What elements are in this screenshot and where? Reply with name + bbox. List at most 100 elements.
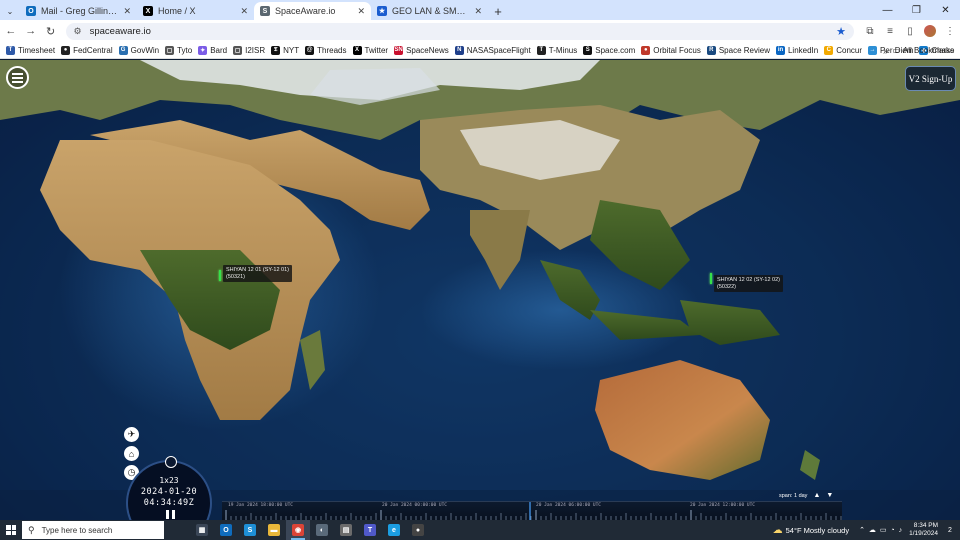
taskbar-app-button[interactable]: ▬ (262, 520, 286, 540)
satellite-icon[interactable]: ✈ (124, 427, 139, 442)
address-bar[interactable]: ⚙ spaceaware.io ★ (65, 22, 854, 40)
taskbar-app-button[interactable]: ◐ (310, 520, 334, 540)
taskbar-app-button[interactable]: T (358, 520, 382, 540)
taskbar-app-button[interactable]: O (214, 520, 238, 540)
v2-signup-button[interactable]: V2 Sign-Up (905, 66, 956, 91)
skype-app-icon: S (244, 524, 256, 536)
app-icon-disc: ◐ (316, 524, 328, 536)
hamburger-menu-button[interactable] (6, 66, 29, 89)
notification-count: 2 (948, 526, 952, 534)
bookmark-favicon-icon: 𝕿 (271, 45, 281, 55)
browser-tab[interactable]: O Mail - Greg Gillinger (Integrity✕ (20, 2, 137, 20)
bookmark-item[interactable]: C Concur (824, 45, 862, 55)
span-down-icon[interactable]: ▼ (826, 492, 833, 499)
pause-icon[interactable] (166, 510, 175, 519)
reload-icon[interactable]: ↻ (42, 22, 60, 40)
bookmark-star-icon[interactable]: ★ (836, 25, 846, 38)
close-window-icon[interactable]: ✕ (931, 0, 960, 20)
bookmark-item[interactable]: G GovWin (118, 45, 159, 55)
notification-icon[interactable]: 2 (944, 524, 956, 536)
sim-speed[interactable]: 1x23 (128, 476, 210, 485)
bookmark-favicon-icon: in (775, 45, 785, 55)
menu-kebab-icon[interactable]: ⋮ (940, 22, 960, 40)
all-bookmarks-button[interactable]: ▭ All Bookmarks (892, 42, 954, 59)
maximize-icon[interactable]: ❐ (902, 0, 931, 20)
satellite-marker-50321[interactable] (219, 270, 221, 281)
earth-imagery (0, 60, 960, 520)
folder-icon: ▭ (892, 46, 900, 55)
bookmarks-overflow-icon[interactable]: » (883, 42, 888, 59)
media-icon[interactable]: ≡ (880, 22, 900, 40)
bookmark-label: Twitter (364, 45, 389, 55)
taskbar-search-box[interactable]: ⚲ Type here to search (22, 521, 164, 539)
browser-tab[interactable]: X Home / X ✕ (137, 2, 254, 20)
bookmark-label: NASASpaceFlight (466, 45, 531, 55)
browser-tab[interactable]: S SpaceAware.io ✕ (254, 2, 371, 20)
misc-app-icon: ● (412, 524, 424, 536)
bookmark-favicon-icon: → (868, 45, 878, 55)
bookmark-item[interactable]: ● Orbital Focus (641, 45, 701, 55)
satellite-label-50322[interactable]: SHIYAN 12 02 (SY-12 02) (50322) (714, 275, 783, 292)
home-icon[interactable]: ⌂ (124, 446, 139, 461)
start-button[interactable] (0, 520, 22, 540)
extensions-icon[interactable]: ⧉ (860, 22, 880, 40)
windows-logo-icon (6, 525, 16, 535)
bookmark-item[interactable]: in LinkedIn (775, 45, 818, 55)
bookmark-item[interactable]: ▢ Tyto (165, 45, 192, 55)
satellite-marker-50322[interactable] (710, 273, 712, 284)
minimize-icon[interactable]: — (873, 0, 902, 20)
forward-icon[interactable]: → (22, 22, 40, 40)
bookmark-item[interactable]: S Space.com (583, 45, 636, 55)
bookmark-item[interactable]: X Twitter (352, 45, 389, 55)
bookmark-item[interactable]: ▢ I2ISR (233, 45, 265, 55)
taskbar-app-button[interactable]: S (238, 520, 262, 540)
taskbar-app-button[interactable]: e (382, 520, 406, 540)
bookmark-favicon-icon: R (706, 45, 716, 55)
bookmark-item[interactable]: T T-Minus (536, 45, 578, 55)
sim-date: 2024-01-20 (140, 487, 198, 497)
bookmark-item[interactable]: ● FedCentral (61, 45, 113, 55)
tab-list: OMail - Greg Gillinger (Integrity✕XHome … (20, 2, 488, 20)
taskbar-app-button[interactable]: ◉ (286, 520, 310, 540)
bookmark-favicon-icon: T (536, 45, 546, 55)
bookmark-label: Space.com (595, 45, 636, 55)
tray-icons[interactable]: ⌃ ☁ ▭ ◔ ♪ (859, 526, 903, 534)
tab-close-icon[interactable]: ✕ (474, 6, 482, 17)
satellite-label-50321[interactable]: SHIYAN 12 01 (SY-12 01) (50321) (223, 265, 292, 282)
spaceaware-icon: S (260, 6, 270, 16)
profile-avatar[interactable] (923, 25, 936, 37)
bookmark-favicon-icon: @ (305, 45, 315, 55)
clock-dial-knob[interactable] (165, 456, 177, 468)
new-tab-button[interactable]: + (488, 2, 508, 20)
bookmark-item[interactable]: T Timesheet (6, 45, 55, 55)
bookmark-item[interactable]: @ Threads (305, 45, 347, 55)
bookmark-label: T-Minus (548, 45, 578, 55)
tab-close-icon[interactable]: ✕ (357, 6, 365, 17)
bookmark-item[interactable]: SN SpaceNews (394, 45, 449, 55)
bookmark-item[interactable]: 𝕿 NYT (271, 45, 299, 55)
weather-widget[interactable]: ☁ 54°F Mostly cloudy (773, 525, 849, 536)
tab-close-icon[interactable]: ✕ (240, 6, 248, 17)
taskbar-app-button[interactable]: ▤ (334, 520, 358, 540)
bookmark-label: Bard (210, 45, 228, 55)
browser-tab[interactable]: ★ GEO LAN & SMA for 50321 ✕ (371, 2, 488, 20)
timeline-scrubber[interactable]: 19 Jan 2024 18:00:00 UTC 20 Jan 2024 00:… (222, 501, 842, 520)
site-info-icon[interactable]: ⚙ (74, 26, 82, 37)
outlook-icon: O (26, 6, 36, 16)
taskbar-app-button[interactable]: ● (406, 520, 430, 540)
timeline-label: 20 Jan 2024 06:00:00 UTC (536, 503, 602, 508)
taskbar-app-button[interactable]: ▦ (190, 520, 214, 540)
bookmark-item[interactable]: N NASASpaceFlight (454, 45, 531, 55)
bookmark-item[interactable]: ✦ Bard (198, 45, 228, 55)
back-icon[interactable]: ← (2, 22, 20, 40)
bookmark-label: Space Review (718, 45, 770, 55)
tab-close-icon[interactable]: ✕ (123, 6, 131, 17)
span-up-icon[interactable]: ▲ (813, 492, 820, 499)
globe-map-view[interactable]: V2 Sign-Up SHIYAN 12 01 (SY-12 01) (5032… (0, 60, 960, 520)
taskbar-clock[interactable]: 8:34 PM 1/19/2024 (909, 522, 938, 538)
side-panel-icon[interactable]: ▯ (900, 22, 920, 40)
taskview-icon: ▦ (196, 524, 208, 536)
bookmark-item[interactable]: R Space Review (706, 45, 770, 55)
tab-title: SpaceAware.io (275, 6, 336, 16)
tab-search-icon[interactable]: ⌄ (0, 2, 20, 20)
